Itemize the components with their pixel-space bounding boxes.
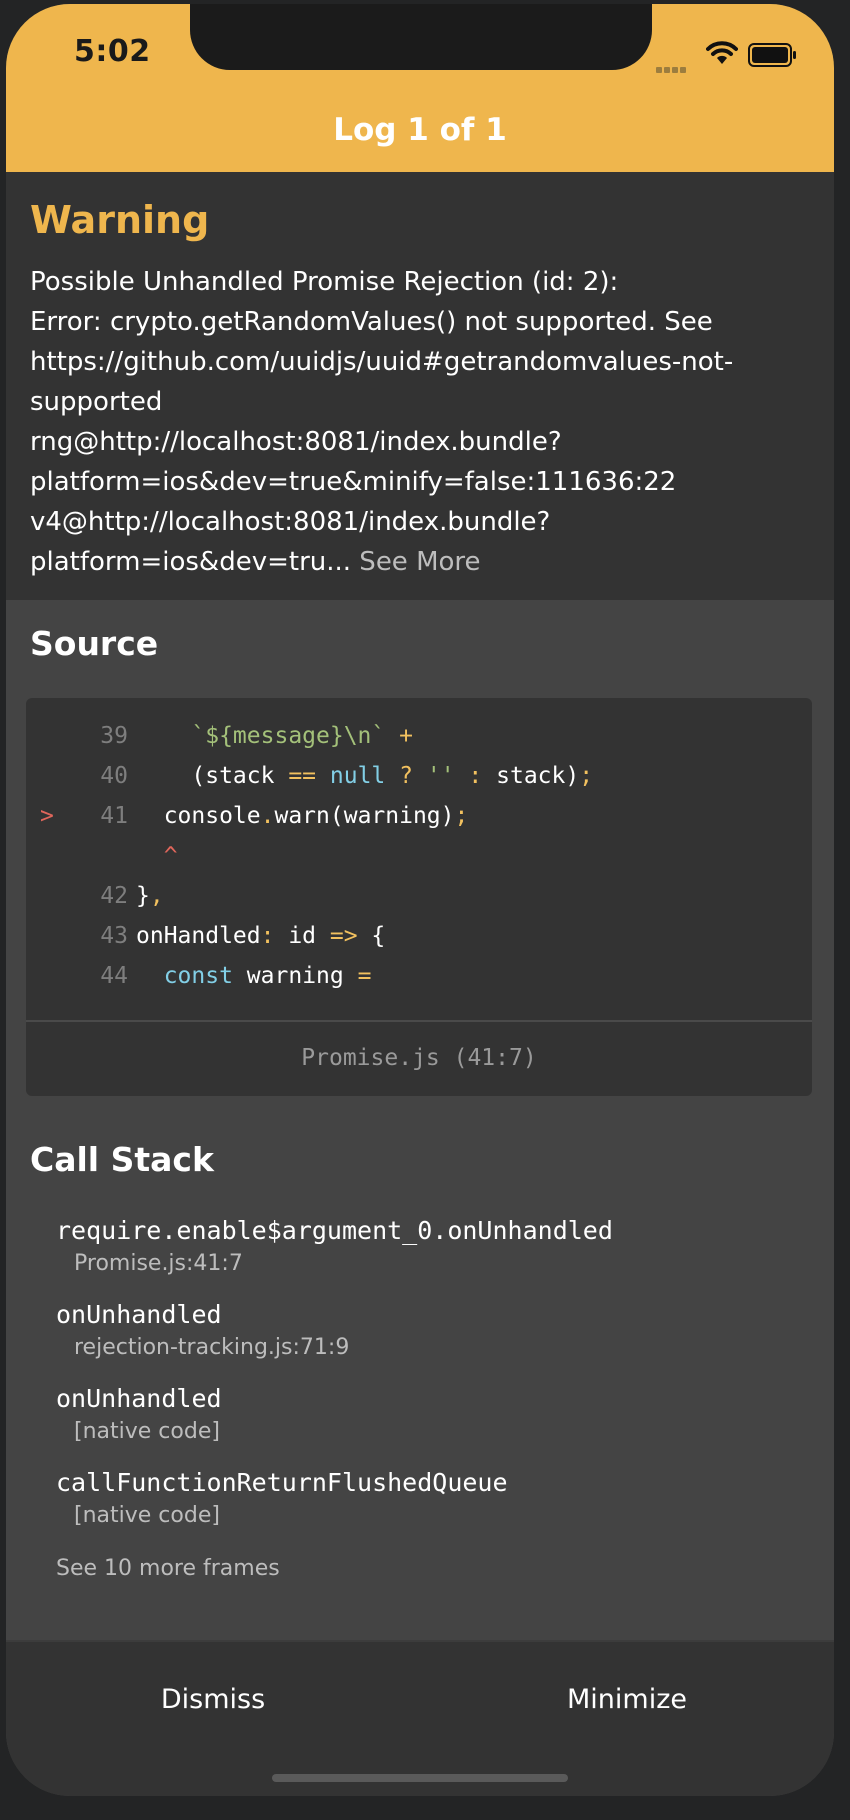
line-number: 44 xyxy=(100,963,128,989)
line-number: 41 xyxy=(100,803,128,829)
frame-location: rejection-tracking.js:71:9 xyxy=(74,1335,350,1360)
frame-function: callFunctionReturnFlushedQueue xyxy=(56,1468,508,1497)
call-stack-heading: Call Stack xyxy=(30,1140,214,1179)
footer-bar: Dismiss Minimize xyxy=(6,1640,834,1796)
stack-frame[interactable]: onUnhandled [native code] xyxy=(56,1382,222,1448)
frame-location: [native code] xyxy=(74,1419,220,1444)
device-notch xyxy=(190,4,652,70)
line-number: 39 xyxy=(100,723,128,749)
code-text: ^ xyxy=(136,843,178,869)
code-line: ^ xyxy=(26,836,812,876)
line-number: 40 xyxy=(100,763,128,789)
warning-level-label: Warning xyxy=(30,198,210,242)
wifi-icon xyxy=(706,41,738,64)
cellular-signal-icon xyxy=(656,58,688,77)
log-header: 5:02 Log 1 of 1 xyxy=(6,4,834,172)
source-code-panel[interactable]: 39 `${message}\n` +40 (stack == null ? '… xyxy=(26,698,812,1096)
code-text: onHandled: id => { xyxy=(136,923,386,949)
code-text: const warning = xyxy=(163,963,372,989)
see-more-frames-link[interactable]: See 10 more frames xyxy=(56,1556,280,1581)
code-line: 40 (stack == null ? '' : stack); xyxy=(26,756,812,796)
code-text: console.warn(warning); xyxy=(136,803,469,829)
frame-function: onUnhandled xyxy=(56,1384,222,1413)
stack-frame[interactable]: onUnhandled rejection-tracking.js:71:9 xyxy=(56,1298,349,1364)
warning-message: Possible Unhandled Promise Rejection (id… xyxy=(30,262,790,582)
battery-icon xyxy=(748,43,796,67)
source-heading: Source xyxy=(30,624,159,663)
frame-function: onUnhandled xyxy=(56,1300,222,1329)
error-line-marker: > xyxy=(40,803,54,829)
line-number: 42 xyxy=(100,883,128,909)
line-number: 43 xyxy=(100,923,128,949)
minimize-button[interactable]: Minimize xyxy=(420,1684,834,1715)
code-lines: 39 `${message}\n` +40 (stack == null ? '… xyxy=(26,716,812,996)
frame-location: Promise.js:41:7 xyxy=(74,1251,243,1276)
phone-screen: 5:02 Log 1 of 1 Warning Possible Unhandl… xyxy=(6,4,834,1796)
code-line: 44 const warning = xyxy=(26,956,812,996)
warning-section: Warning Possible Unhandled Promise Rejec… xyxy=(6,172,834,600)
code-line: >41 console.warn(warning); xyxy=(26,796,812,836)
stack-frame[interactable]: callFunctionReturnFlushedQueue [native c… xyxy=(56,1466,508,1532)
code-line: 39 `${message}\n` + xyxy=(26,716,812,756)
log-counter-title: Log 1 of 1 xyxy=(333,112,507,148)
code-text: `${message}\n` + xyxy=(191,723,413,749)
code-line: 43 onHandled: id => { xyxy=(26,916,812,956)
source-file-location[interactable]: Promise.js (41:7) xyxy=(26,1020,812,1096)
status-time: 5:02 xyxy=(74,34,151,69)
stack-frame[interactable]: require.enable$argument_0.onUnhandled Pr… xyxy=(56,1214,613,1280)
code-line: 42}, xyxy=(26,876,812,916)
frame-function: require.enable$argument_0.onUnhandled xyxy=(56,1216,613,1245)
warning-message-text: Possible Unhandled Promise Rejection (id… xyxy=(30,267,734,577)
home-indicator[interactable] xyxy=(272,1774,568,1782)
see-more-link[interactable]: See More xyxy=(351,547,480,577)
code-text: (stack == null ? '' : stack); xyxy=(136,763,594,789)
code-text: }, xyxy=(136,883,164,909)
dismiss-button[interactable]: Dismiss xyxy=(6,1684,420,1715)
frame-location: [native code] xyxy=(74,1503,220,1528)
